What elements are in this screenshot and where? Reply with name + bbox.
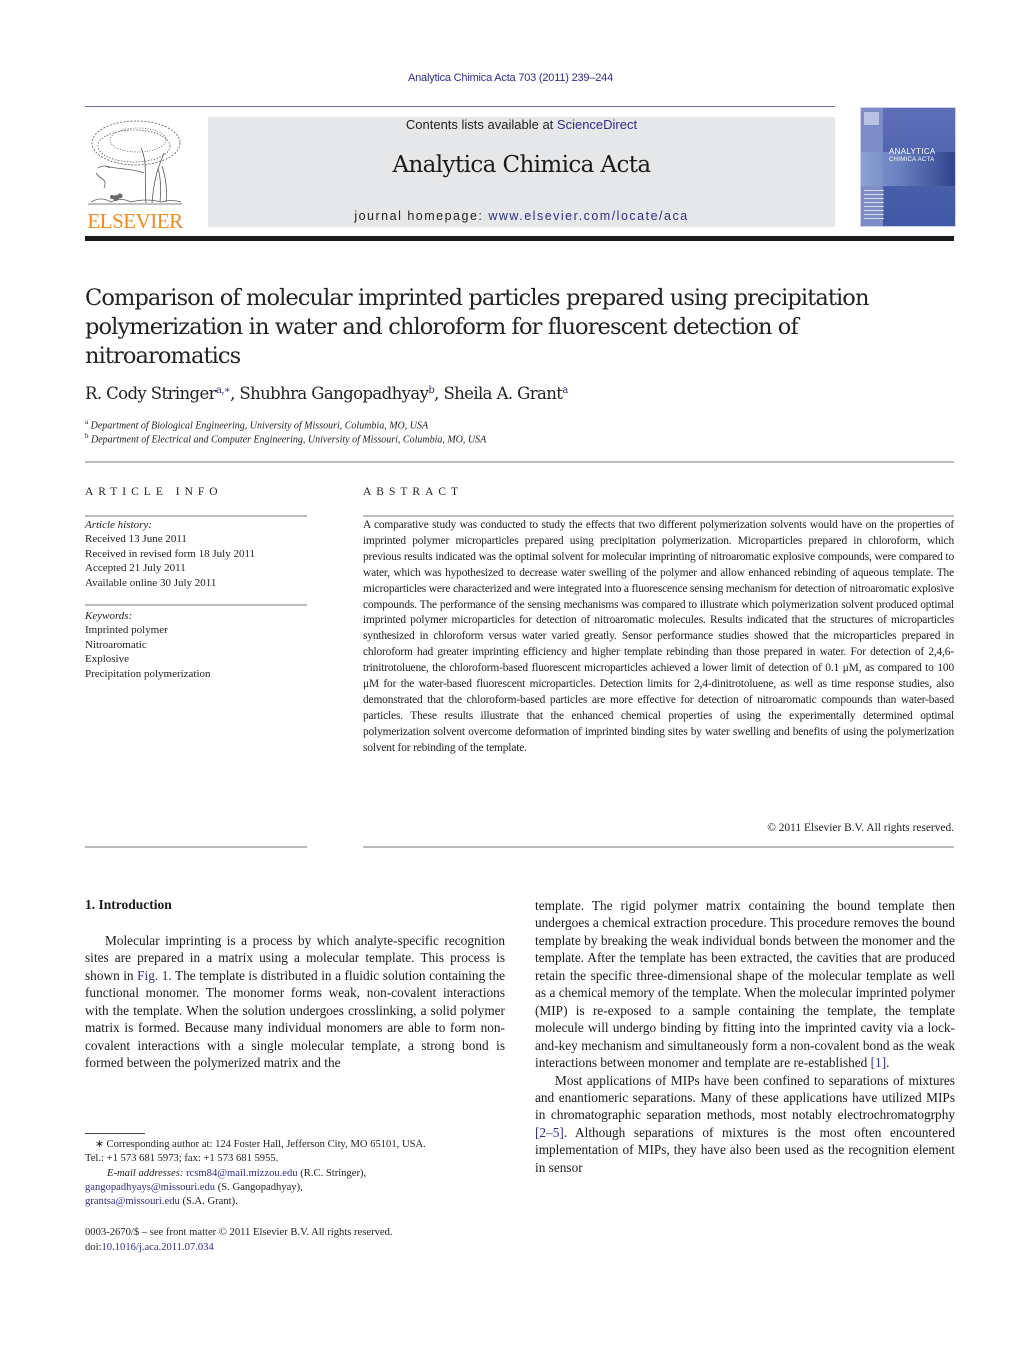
keyword: Precipitation polymerization <box>85 667 211 680</box>
paragraph-text: . Although separations of mixtures is th… <box>535 1124 955 1175</box>
keywords-label: Keywords: <box>85 610 133 622</box>
paragraph: template. The rigid polymer matrix conta… <box>535 897 955 1072</box>
history-item: Available online 30 July 2011 <box>85 576 217 589</box>
paragraph-text: template. The rigid polymer matrix conta… <box>535 898 955 1071</box>
body-column-left: Molecular imprinting is a process by whi… <box>85 932 505 1072</box>
footnote-corresponding-author: ∗ Corresponding author at: 124 Foster Ha… <box>85 1138 505 1209</box>
article-info-rule <box>85 515 307 517</box>
article-history: Article history: Received 13 June 2011 R… <box>85 518 307 590</box>
author-list: R. Cody Stringera,∗, Shubhra Gangopadhya… <box>85 384 568 403</box>
section-heading-introduction: 1. Introduction <box>85 897 172 912</box>
contents-prefix: Contents lists available at <box>405 117 557 132</box>
history-label: Article history: <box>85 519 152 531</box>
doi-prefix: doi: <box>85 1242 102 1253</box>
doi-line: doi:10.1016/j.aca.2011.07.034 <box>85 1240 505 1255</box>
affiliation-text: Department of Biological Engineering, Un… <box>90 420 429 432</box>
article-info-heading: ARTICLE INFO <box>85 486 223 498</box>
affiliation-text: Department of Electrical and Computer En… <box>91 434 487 446</box>
history-item: Received in revised form 18 July 2011 <box>85 547 256 560</box>
author-affiliation-mark[interactable]: a,∗ <box>216 385 231 396</box>
author-name[interactable]: R. Cody Stringer <box>85 384 217 403</box>
email-link[interactable]: rcsm84@mail.mizzou.edu <box>186 1168 298 1179</box>
citation-link[interactable]: [1] <box>871 1055 887 1070</box>
footnote-rule <box>85 1133 145 1134</box>
elsevier-wordmark: ELSEVIER <box>87 209 183 233</box>
doi-link[interactable]: 10.1016/j.aca.2011.07.034 <box>101 1242 213 1253</box>
homepage-link[interactable]: www.elsevier.com/locate/aca <box>488 209 688 223</box>
abstract-bottom-rule <box>363 846 954 848</box>
keyword: Nitroaromatic <box>85 638 147 651</box>
homepage-prefix: journal homepage: <box>354 209 489 223</box>
affiliation-mark: a <box>85 418 89 426</box>
paragraph-text: Most applications of MIPs have been conf… <box>535 1072 955 1123</box>
journal-homepage: journal homepage: www.elsevier.com/locat… <box>208 209 835 223</box>
history-item: Accepted 21 July 2011 <box>85 562 186 575</box>
email-link[interactable]: grantsa@missouri.edu <box>85 1196 180 1207</box>
figure-link[interactable]: Fig. 1 <box>137 968 168 983</box>
journal-banner: Contents lists available at ScienceDirec… <box>208 117 835 227</box>
paragraph-text: . <box>886 1055 890 1071</box>
sciencedirect-link[interactable]: ScienceDirect <box>557 117 637 132</box>
title-block-rule <box>85 461 954 463</box>
contents-line: Contents lists available at ScienceDirec… <box>208 117 835 132</box>
abstract-copyright: © 2011 Elsevier B.V. All rights reserved… <box>767 822 954 834</box>
affiliation: b Department of Electrical and Computer … <box>85 432 486 445</box>
keywords-rule <box>85 604 307 606</box>
paragraph-text: . The template is distributed in a fluid… <box>85 967 505 1071</box>
email-owner: (R.C. Stringer), <box>297 1167 367 1179</box>
history-item: Received 13 June 2011 <box>85 533 187 546</box>
front-matter-text: 0003-2670/$ – see front matter © 2011 El… <box>85 1227 393 1238</box>
abstract-text: A comparative study was conducted to stu… <box>363 519 954 754</box>
article-title: Comparison of molecular imprinted partic… <box>85 285 869 369</box>
elsevier-logo[interactable]: ELSEVIER <box>84 118 186 233</box>
cover-elsevier-mark <box>864 112 879 125</box>
author-name[interactable]: Shubhra Gangopadhyay <box>239 384 429 403</box>
journal-title: Analytica Chimica Acta <box>392 152 651 178</box>
author-affiliation-mark[interactable]: a <box>562 385 568 396</box>
contact-phone: Tel.: +1 573 681 5973; fax: +1 573 681 5… <box>85 1153 279 1165</box>
cover-title: ANALYTICA CHIMICA ACTA <box>889 148 936 164</box>
keyword: Explosive <box>85 653 129 666</box>
cover-toc <box>864 190 884 220</box>
abstract-rule <box>363 515 954 517</box>
email-line: E-mail addresses: rcsm84@mail.mizzou.edu… <box>85 1167 505 1181</box>
elsevier-tree-icon <box>88 120 182 205</box>
email-link[interactable]: gangopadhyays@missouri.edu <box>85 1182 215 1193</box>
cover-title-line2: CHIMICA ACTA <box>889 157 935 163</box>
running-head[interactable]: Analytica Chimica Acta 703 (2011) 239–24… <box>0 72 1021 84</box>
abstract-heading: ABSTRACT <box>363 486 464 498</box>
keywords: Keywords: Imprinted polymer Nitroaromati… <box>85 609 307 681</box>
cover-title-line1: ANALYTICA <box>889 147 936 156</box>
affiliation: a Department of Biological Engineering, … <box>85 418 428 431</box>
body-column-right: template. The rigid polymer matrix conta… <box>535 897 955 1176</box>
author-name[interactable]: Sheila A. Grant <box>443 384 563 403</box>
citation-link[interactable]: [2–5] <box>535 1125 564 1140</box>
paragraph: Molecular imprinting is a process by whi… <box>85 932 505 1072</box>
paragraph: Most applications of MIPs have been conf… <box>535 1072 955 1177</box>
email-line: gangopadhyays@missouri.edu (S. Gangopadh… <box>85 1181 505 1195</box>
keyword: Imprinted polymer <box>85 624 168 637</box>
affiliation-mark: b <box>85 432 89 440</box>
article-info-bottom-rule <box>85 846 307 848</box>
header-rule <box>85 106 835 107</box>
journal-cover-image[interactable]: ANALYTICA CHIMICA ACTA <box>860 107 956 227</box>
author-affiliation-mark[interactable]: b <box>428 385 434 396</box>
email-line: grantsa@missouri.edu (S.A. Grant). <box>85 1195 505 1209</box>
corresponding-address: ∗ Corresponding author at: 124 Foster Ha… <box>95 1139 426 1150</box>
email-owner: (S.A. Grant). <box>179 1196 238 1208</box>
email-label: E-mail addresses: <box>107 1167 187 1179</box>
front-matter: 0003-2670/$ – see front matter © 2011 El… <box>85 1225 505 1255</box>
email-owner: (S. Gangopadhyay), <box>215 1181 303 1193</box>
header-thick-rule <box>85 236 954 241</box>
